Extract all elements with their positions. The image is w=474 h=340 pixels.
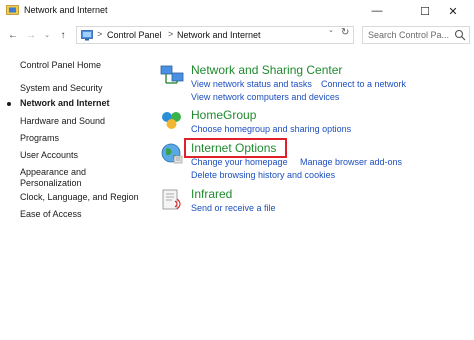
manage-browser-addons-link[interactable]: Manage browser add-ons xyxy=(300,157,402,167)
sidebar-item-network-and-internet[interactable]: Network and Internet xyxy=(20,98,110,109)
active-bullet-icon xyxy=(7,102,11,106)
delete-browsing-history-link[interactable]: Delete browsing history and cookies xyxy=(191,170,335,180)
search-input[interactable]: Search Control Pa... xyxy=(368,30,454,40)
infrared-icon xyxy=(160,187,184,211)
recent-locations-button[interactable]: ⌄ xyxy=(40,26,54,44)
navigation-bar: ← → ⌄ ↑ > Control Panel > Network and In… xyxy=(0,24,474,46)
send-receive-file-link[interactable]: Send or receive a file xyxy=(191,203,276,213)
sidebar-item-clock-language-region[interactable]: Clock, Language, and Region xyxy=(20,192,139,203)
sidebar-item-programs[interactable]: Programs xyxy=(20,133,59,144)
search-box[interactable]: Search Control Pa... xyxy=(362,26,470,44)
change-homepage-link[interactable]: Change your homepage xyxy=(191,157,288,167)
control-panel-icon xyxy=(81,30,93,41)
close-button[interactable]: ✕ xyxy=(432,0,474,22)
up-button[interactable]: ↑ xyxy=(56,26,70,44)
sidebar-item-personalization[interactable]: Personalization xyxy=(20,178,82,189)
search-icon[interactable] xyxy=(454,29,466,41)
homegroup-title[interactable]: HomeGroup xyxy=(191,108,256,122)
view-network-status-link[interactable]: View network status and tasks xyxy=(191,79,312,89)
network-sharing-icon xyxy=(160,63,184,87)
highlight-box xyxy=(184,138,287,158)
address-dropdown-icon[interactable]: ⌄ xyxy=(328,26,334,34)
breadcrumb-control-panel[interactable]: Control Panel xyxy=(107,30,162,40)
homegroup-sharing-options-link[interactable]: Choose homegroup and sharing options xyxy=(191,124,351,134)
sidebar-item-user-accounts[interactable]: User Accounts xyxy=(20,150,78,161)
network-sharing-center-title[interactable]: Network and Sharing Center xyxy=(191,63,342,77)
homegroup-icon xyxy=(160,108,184,132)
forward-button[interactable]: → xyxy=(24,26,38,44)
internet-options-icon xyxy=(160,141,184,165)
network-folder-icon xyxy=(6,4,19,16)
sidebar-item-ease-of-access[interactable]: Ease of Access xyxy=(20,209,82,220)
sidebar-item-control-panel-home[interactable]: Control Panel Home xyxy=(20,60,101,71)
window-title: Network and Internet xyxy=(24,5,108,15)
sidebar-item-appearance[interactable]: Appearance and xyxy=(20,167,86,178)
infrared-title[interactable]: Infrared xyxy=(191,187,232,201)
connect-to-network-link[interactable]: Connect to a network xyxy=(321,79,406,89)
breadcrumb-separator: > xyxy=(168,29,174,39)
minimize-button[interactable]: — xyxy=(356,0,398,22)
title-bar: Network and Internet — ☐ ✕ xyxy=(0,0,474,22)
sidebar-item-hardware-and-sound[interactable]: Hardware and Sound xyxy=(20,116,105,127)
breadcrumb-network-and-internet[interactable]: Network and Internet xyxy=(177,30,261,40)
sidebar-item-system-and-security[interactable]: System and Security xyxy=(20,83,103,94)
address-bar[interactable]: > Control Panel > Network and Internet xyxy=(76,26,354,44)
breadcrumb-separator: > xyxy=(97,29,103,39)
refresh-icon[interactable]: ↻ xyxy=(341,27,349,38)
back-button[interactable]: ← xyxy=(6,26,20,44)
view-network-computers-link[interactable]: View network computers and devices xyxy=(191,92,339,102)
